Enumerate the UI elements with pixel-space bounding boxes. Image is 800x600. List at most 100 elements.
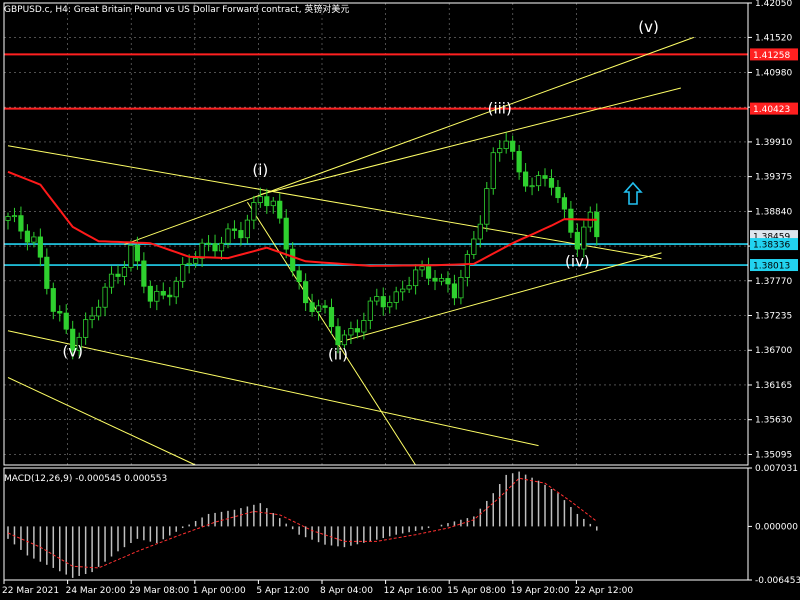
wave-label: (iv) bbox=[565, 253, 590, 271]
candle-body bbox=[438, 278, 445, 282]
candle-body bbox=[406, 285, 412, 290]
candle-body bbox=[218, 242, 225, 252]
candle-body bbox=[445, 278, 451, 285]
y-tick-label: 1.35095 bbox=[755, 450, 792, 460]
candle-body bbox=[270, 200, 276, 207]
candle-body bbox=[193, 258, 199, 264]
y-tick-label: 1.37770 bbox=[755, 277, 792, 287]
x-tick-label: 1 Apr 00:00 bbox=[193, 586, 246, 596]
candle-body bbox=[380, 296, 386, 308]
candle-body bbox=[134, 244, 140, 262]
candle-body bbox=[561, 197, 568, 210]
candle-body bbox=[89, 315, 95, 321]
candle-body bbox=[458, 277, 464, 299]
candle-body bbox=[180, 264, 186, 282]
price-label-text: 1.40423 bbox=[753, 105, 790, 115]
candle-body bbox=[477, 223, 483, 240]
candle-body bbox=[44, 256, 50, 289]
y-tick-label: 1.41520 bbox=[755, 33, 792, 43]
wave-label: (ii) bbox=[328, 345, 348, 363]
candle-body bbox=[555, 186, 561, 199]
y-tick-label: 1.40980 bbox=[755, 68, 792, 78]
wave-label: (i) bbox=[252, 161, 268, 179]
candle-body bbox=[354, 328, 360, 333]
price-label-resistance: 1.41258 bbox=[750, 48, 798, 61]
candle-body bbox=[264, 196, 270, 207]
candle-body bbox=[83, 319, 89, 338]
candle-body bbox=[95, 306, 102, 317]
candle-body bbox=[400, 288, 406, 293]
candle-body bbox=[315, 305, 322, 312]
candle-body bbox=[225, 228, 231, 244]
candle-body bbox=[529, 185, 535, 188]
candle-body bbox=[432, 277, 438, 282]
candle-body bbox=[63, 312, 69, 330]
macd-label: MACD(12,26,9) -0.000545 0.000553 bbox=[4, 474, 167, 484]
x-tick-label: 19 Apr 20:00 bbox=[511, 586, 570, 596]
candle-body bbox=[283, 217, 289, 250]
macd-tick-label: 0.007031 bbox=[755, 464, 798, 474]
candle-body bbox=[57, 311, 63, 314]
price-label-support: 1.38013 bbox=[750, 259, 798, 272]
candle-body bbox=[367, 300, 373, 321]
candle-body bbox=[348, 328, 354, 336]
x-tick-label: 12 Apr 16:00 bbox=[384, 586, 443, 596]
wave-label: (iii) bbox=[488, 99, 512, 117]
x-tick-label: 15 Apr 08:00 bbox=[447, 586, 506, 596]
candle bbox=[484, 182, 490, 232]
candle-body bbox=[581, 226, 587, 250]
x-tick-label: 29 Mar 08:00 bbox=[129, 586, 189, 596]
candle-body bbox=[186, 262, 192, 265]
candle-body bbox=[160, 290, 166, 296]
candle-body bbox=[425, 266, 432, 279]
macd-tick-label: -0.006453 bbox=[755, 576, 800, 586]
candle-body bbox=[393, 291, 399, 303]
candle-body bbox=[290, 248, 296, 272]
x-tick-label: 8 Apr 04:00 bbox=[320, 586, 373, 596]
candle bbox=[490, 147, 496, 195]
price-label-resistance: 1.40423 bbox=[750, 102, 798, 115]
y-tick-label: 1.39910 bbox=[755, 138, 792, 148]
candle-body bbox=[419, 266, 425, 271]
y-tick-label: 1.39375 bbox=[755, 173, 792, 183]
candle-body bbox=[542, 175, 548, 179]
candle-body bbox=[108, 273, 115, 288]
candle-body bbox=[335, 326, 341, 346]
candle-body bbox=[141, 260, 147, 287]
price-chart[interactable]: (v) (i) (ii) (iii) (iv) (v) 1.42050 1.41520 1.4… bbox=[0, 0, 800, 600]
candle-body bbox=[128, 244, 134, 268]
candle-body bbox=[121, 267, 128, 277]
chart-title: GBPUSD.c, H4: Great Britain Pound vs US … bbox=[4, 3, 349, 15]
candle-body bbox=[413, 269, 419, 287]
y-tick-label: 1.37235 bbox=[755, 312, 792, 322]
wave-label: (v) bbox=[638, 18, 659, 36]
candle-body bbox=[167, 294, 173, 298]
candle-body bbox=[490, 152, 496, 190]
candle-body bbox=[102, 286, 108, 308]
candle-body bbox=[173, 280, 179, 298]
candle-body bbox=[361, 320, 367, 333]
candle-body bbox=[115, 273, 121, 277]
candle-body bbox=[277, 200, 283, 219]
y-tick-label: 1.38840 bbox=[755, 207, 792, 217]
candle-body bbox=[387, 302, 393, 308]
candle-body bbox=[296, 270, 302, 282]
candle-body bbox=[212, 243, 218, 252]
candle-body bbox=[37, 236, 43, 258]
candle-body bbox=[568, 208, 574, 233]
price-label-text: 1.38336 bbox=[753, 241, 790, 251]
candle-body bbox=[464, 254, 470, 278]
candle-body bbox=[594, 211, 600, 238]
x-tick-label: 22 Mar 2021 bbox=[2, 586, 59, 596]
candle-body bbox=[18, 215, 24, 232]
price-label-support: 1.38336 bbox=[750, 238, 798, 251]
candle-body bbox=[535, 175, 542, 187]
candle-body bbox=[471, 238, 477, 255]
candle-body bbox=[510, 140, 516, 152]
candle-body bbox=[374, 296, 380, 302]
candle-body bbox=[503, 140, 509, 149]
candle-body bbox=[484, 188, 490, 225]
candle-body bbox=[5, 216, 11, 221]
chart-background bbox=[0, 0, 800, 600]
candle-body bbox=[328, 307, 335, 328]
